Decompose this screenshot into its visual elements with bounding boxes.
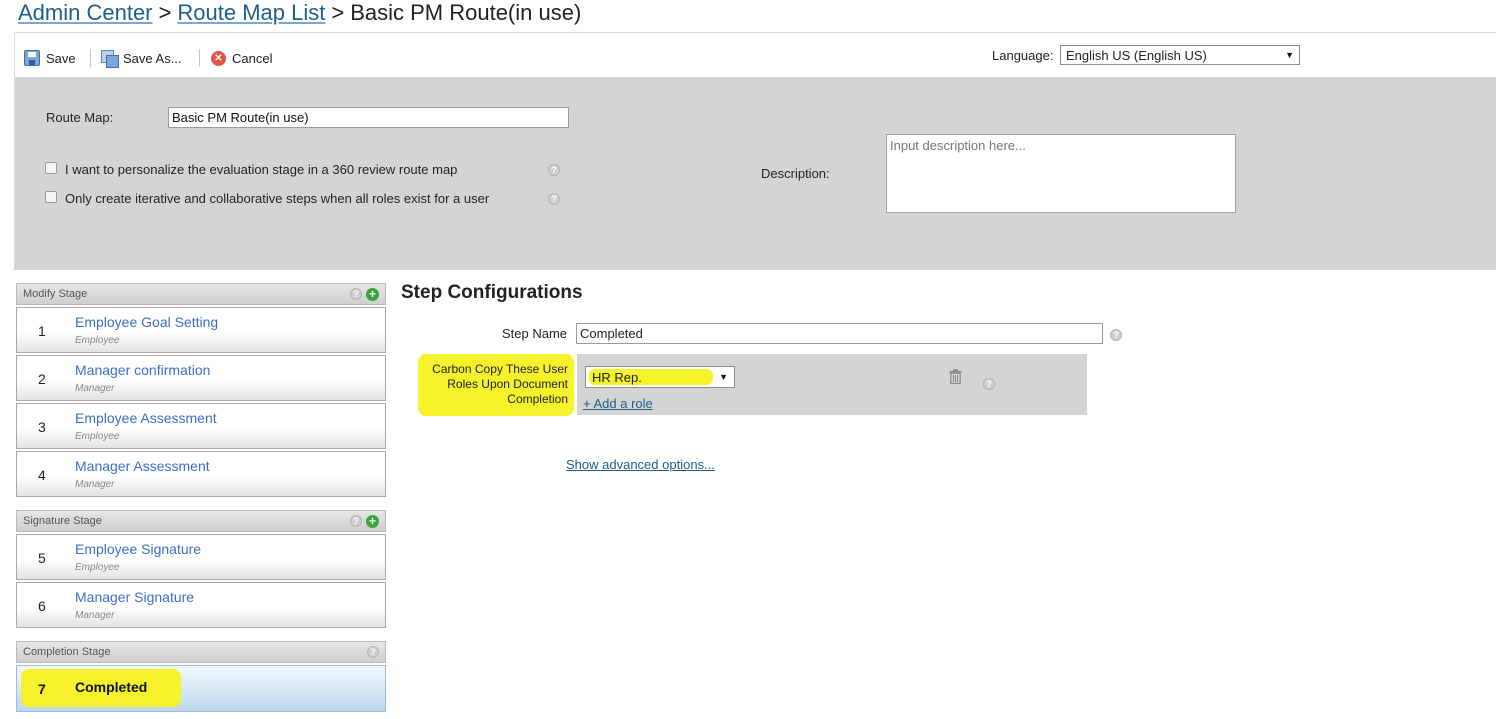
save-as-button[interactable]: Save As... xyxy=(101,48,182,68)
step-title[interactable]: Employee Assessment xyxy=(75,410,217,426)
iterative-checkbox[interactable] xyxy=(45,191,57,203)
help-icon[interactable]: ? xyxy=(350,288,362,300)
breadcrumb: Admin Center > Route Map List > Basic PM Rou… xyxy=(18,0,581,28)
stage-name: Signature Stage xyxy=(23,515,102,527)
add-icon[interactable]: + xyxy=(366,515,379,528)
toolbar-divider xyxy=(90,49,91,67)
save-button[interactable]: Save xyxy=(24,48,76,68)
personalize-checkbox[interactable] xyxy=(45,162,57,174)
step-number: 7 xyxy=(38,681,46,697)
step-row[interactable]: 3 Employee Assessment Employee xyxy=(16,403,386,449)
stage-header-modify: Modify Stage ? + xyxy=(16,283,386,305)
language-label: Language: xyxy=(992,48,1054,63)
step-row[interactable]: 2 Manager confirmation Manager xyxy=(16,355,386,401)
step-row[interactable]: 5 Employee Signature Employee xyxy=(16,534,386,580)
help-icon[interactable]: ? xyxy=(367,646,379,658)
save-label: Save xyxy=(46,50,76,66)
language-value: English US (English US) xyxy=(1066,47,1207,63)
breadcrumb-admin-center[interactable]: Admin Center xyxy=(18,0,153,25)
toolbar-divider xyxy=(199,49,200,67)
description-textarea[interactable]: Input description here... xyxy=(886,134,1236,213)
step-role: Manager xyxy=(75,383,115,394)
cancel-label: Cancel xyxy=(232,50,273,66)
add-role-link[interactable]: + Add a role xyxy=(583,396,653,411)
stage-name: Completion Stage xyxy=(23,646,111,658)
carbon-copy-label: Carbon Copy These User Roles Upon Docume… xyxy=(432,362,568,406)
stage-header-completion: Completion Stage ? xyxy=(16,641,386,663)
step-number: 6 xyxy=(38,598,46,614)
help-icon[interactable]: ? xyxy=(983,378,995,390)
language-select[interactable]: English US (English US) ▼ xyxy=(1060,45,1300,65)
description-label: Description: xyxy=(761,166,830,181)
dropdown-caret-icon: ▼ xyxy=(1285,50,1294,60)
step-title[interactable]: Employee Signature xyxy=(75,541,201,557)
save-icon xyxy=(24,50,40,66)
step-name-label: Step Name xyxy=(502,326,568,341)
step-row[interactable]: 6 Manager Signature Manager xyxy=(16,582,386,628)
role-select[interactable]: HR Rep. ▼ xyxy=(585,366,735,388)
step-title[interactable]: Manager confirmation xyxy=(75,362,210,378)
step-role: Manager xyxy=(75,479,115,490)
step-role: Manager xyxy=(75,610,115,621)
step-role: Employee xyxy=(75,562,120,573)
page-title: Basic PM Route(in use) xyxy=(350,0,582,25)
help-icon[interactable]: ? xyxy=(548,164,560,176)
cancel-icon: ✕ xyxy=(211,50,226,66)
top-divider xyxy=(14,32,1496,33)
personalize-checkbox-label: I want to personalize the evaluation sta… xyxy=(65,162,458,177)
role-value: HR Rep. xyxy=(592,369,642,385)
dropdown-caret-icon: ▼ xyxy=(719,372,728,382)
step-title[interactable]: Employee Goal Setting xyxy=(75,314,218,330)
step-name-input[interactable]: Completed xyxy=(576,323,1103,344)
step-number: 2 xyxy=(38,371,46,387)
step-number: 1 xyxy=(38,323,46,339)
iterative-checkbox-label: Only create iterative and collaborative … xyxy=(65,191,490,206)
step-number: 4 xyxy=(38,467,46,483)
step-row[interactable]: 4 Manager Assessment Manager xyxy=(16,451,386,497)
route-map-input[interactable]: Basic PM Route(in use) xyxy=(168,107,569,128)
save-as-icon xyxy=(101,50,119,68)
add-icon[interactable]: + xyxy=(366,288,379,301)
help-icon[interactable]: ? xyxy=(350,515,362,527)
breadcrumb-route-map-list[interactable]: Route Map List xyxy=(177,0,325,25)
help-icon[interactable]: ? xyxy=(548,193,560,205)
cancel-button[interactable]: ✕ Cancel xyxy=(211,48,272,68)
breadcrumb-separator: > xyxy=(331,0,345,25)
route-map-label: Route Map: xyxy=(46,110,114,125)
step-title[interactable]: Manager Assessment xyxy=(75,458,210,474)
stage-name: Modify Stage xyxy=(23,288,88,300)
stage-header-signature: Signature Stage ? + xyxy=(16,510,386,532)
step-row-selected[interactable]: 7 Completed xyxy=(16,665,386,712)
step-number: 3 xyxy=(38,419,46,435)
step-role: Employee xyxy=(75,335,120,346)
help-icon[interactable]: ? xyxy=(1110,329,1122,341)
breadcrumb-separator: > xyxy=(158,0,172,25)
step-title[interactable]: Completed xyxy=(75,679,147,695)
step-configurations-title: Step Configurations xyxy=(401,282,583,303)
trash-icon[interactable] xyxy=(949,369,962,384)
step-title[interactable]: Manager Signature xyxy=(75,589,194,605)
step-number: 5 xyxy=(38,550,46,566)
step-role: Employee xyxy=(75,431,120,442)
step-row[interactable]: 1 Employee Goal Setting Employee xyxy=(16,307,386,353)
save-as-label: Save As... xyxy=(123,50,182,66)
show-advanced-options-link[interactable]: Show advanced options... xyxy=(566,457,715,472)
